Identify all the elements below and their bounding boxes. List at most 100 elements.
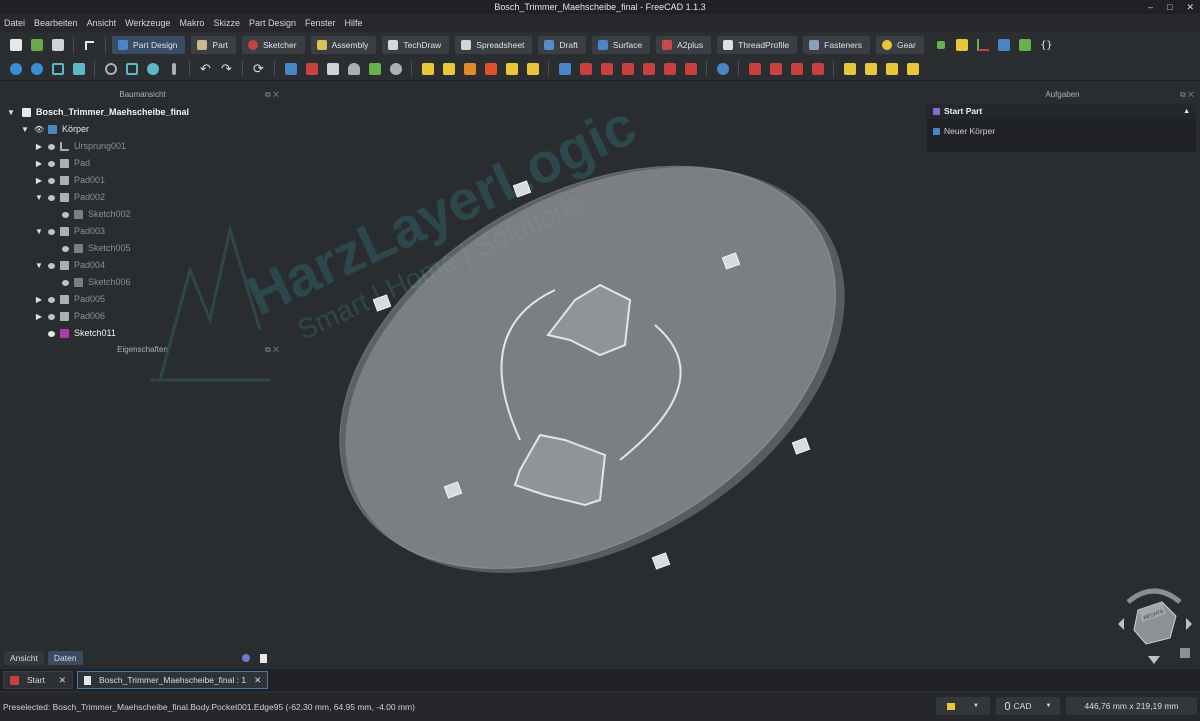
additive-primitive-icon[interactable]: [523, 60, 542, 78]
hole-icon[interactable]: [576, 60, 595, 78]
tree-item-pad001[interactable]: ▶ Pad001: [0, 172, 285, 189]
create-body-icon[interactable]: [281, 60, 300, 78]
isometric-view-icon[interactable]: [48, 60, 67, 78]
bounding-box-icon[interactable]: [122, 60, 141, 78]
eye-hidden-icon[interactable]: [48, 263, 55, 269]
eye-hidden-icon[interactable]: [48, 161, 55, 167]
panel-buttons[interactable]: ⧉ ✕: [1180, 88, 1194, 102]
subtractive-loft-icon[interactable]: [618, 60, 637, 78]
measure-icon[interactable]: [143, 60, 162, 78]
clone-icon[interactable]: [344, 60, 363, 78]
fit-all-icon[interactable]: [6, 60, 25, 78]
task-new-body[interactable]: Neuer Körper: [927, 119, 1196, 143]
filter-icon[interactable]: [241, 654, 250, 662]
save-icon[interactable]: [48, 36, 67, 54]
workbench-assembly[interactable]: Assembly: [310, 36, 377, 54]
arrow-right-icon[interactable]: [1186, 618, 1192, 630]
new-document-icon[interactable]: [6, 36, 25, 54]
pointer-icon[interactable]: [80, 36, 99, 54]
rotate-arc-icon[interactable]: [1126, 588, 1182, 604]
open-document-icon[interactable]: [27, 36, 46, 54]
expand-arrow[interactable]: ▶: [34, 172, 44, 189]
tree-item-sketch006[interactable]: Sketch006: [0, 274, 285, 291]
eye-icon[interactable]: 👁: [34, 121, 44, 134]
expand-arrow[interactable]: ▶: [34, 155, 44, 172]
eye-hidden-icon[interactable]: [48, 297, 55, 303]
chamfer-icon[interactable]: [766, 60, 785, 78]
additive-loft-icon[interactable]: [460, 60, 479, 78]
workbench-threadprofile[interactable]: ThreadProfile: [717, 36, 798, 54]
mirrored-icon[interactable]: [840, 60, 859, 78]
model-render[interactable]: [285, 88, 925, 648]
menu-view[interactable]: Ansicht: [87, 18, 117, 28]
expression-icon[interactable]: {}: [1037, 36, 1056, 54]
tree-item-sketch005[interactable]: Sketch005: [0, 240, 285, 257]
tree-item-pad006[interactable]: ▶ Pad006: [0, 308, 285, 325]
thickness-icon[interactable]: [808, 60, 827, 78]
workbench-sketcher[interactable]: Sketcher: [242, 36, 305, 54]
menu-macro[interactable]: Makro: [179, 18, 204, 28]
revolution-icon[interactable]: [439, 60, 458, 78]
expand-arrow[interactable]: ▶: [34, 291, 44, 308]
workbench-techdraw[interactable]: TechDraw: [382, 36, 450, 54]
eye-icon[interactable]: [48, 331, 55, 337]
tree-item-body[interactable]: ▼ 👁 Körper: [0, 121, 285, 138]
collapse-arrow[interactable]: ▼: [34, 257, 44, 274]
3d-viewport[interactable]: [285, 88, 925, 648]
doc-tab-model[interactable]: Bosch_Trimmer_Maehscheibe_final : 1 ✕: [77, 671, 269, 689]
unit-selector[interactable]: ▼: [936, 697, 990, 715]
expand-arrow[interactable]: ▶: [34, 138, 44, 155]
arrow-left-icon[interactable]: [1118, 618, 1124, 630]
tree-root-document[interactable]: ▼ Bosch_Trimmer_Maehscheibe_final: [0, 104, 285, 121]
add-workbench-icon[interactable]: [932, 36, 951, 54]
collapse-arrow[interactable]: ▼: [34, 189, 44, 206]
workbench-surface[interactable]: Surface: [591, 36, 651, 54]
workbench-part[interactable]: Part: [191, 36, 237, 54]
polar-pattern-icon[interactable]: [882, 60, 901, 78]
collapse-arrow[interactable]: ▼: [20, 121, 30, 138]
tree-item-pad005[interactable]: ▶ Pad005: [0, 291, 285, 308]
draft-icon[interactable]: [787, 60, 806, 78]
what-is-this-icon[interactable]: [164, 60, 183, 78]
eye-hidden-icon[interactable]: [48, 195, 55, 201]
workbench-draft[interactable]: Draft: [538, 36, 586, 54]
axis-icon[interactable]: [974, 36, 993, 54]
menu-part-design[interactable]: Part Design: [249, 18, 296, 28]
workbench-gear[interactable]: Gear: [875, 36, 924, 54]
tree-item-pad004[interactable]: ▼ Pad004: [0, 257, 285, 274]
workbench-a2plus[interactable]: A2plus: [656, 36, 712, 54]
menu-help[interactable]: Hilfe: [345, 18, 363, 28]
workbench-fasteners[interactable]: Fasteners: [803, 36, 870, 54]
groove-icon[interactable]: [597, 60, 616, 78]
tab-view[interactable]: Ansicht: [4, 651, 44, 665]
link-icon[interactable]: [1016, 36, 1035, 54]
front-view-icon[interactable]: [69, 60, 88, 78]
tree-item-ursprung001[interactable]: ▶ Ursprung001: [0, 138, 285, 155]
document-icon[interactable]: [259, 653, 267, 663]
workbench-part-design[interactable]: Part Design: [112, 36, 186, 54]
folder-icon[interactable]: [995, 36, 1014, 54]
workbench-spreadsheet[interactable]: Spreadsheet: [455, 36, 533, 54]
eye-hidden-icon[interactable]: [48, 314, 55, 320]
menu-window[interactable]: Fenster: [305, 18, 336, 28]
part-icon[interactable]: [953, 36, 972, 54]
boolean-icon[interactable]: [713, 60, 732, 78]
close-window-button[interactable]: ✕: [1186, 0, 1194, 14]
additive-helix-icon[interactable]: [502, 60, 521, 78]
create-sketch-icon[interactable]: [302, 60, 321, 78]
pocket-icon[interactable]: [555, 60, 574, 78]
menu-file[interactable]: Datei: [4, 18, 25, 28]
minimize-button[interactable]: –: [1148, 0, 1153, 14]
pad-icon[interactable]: [418, 60, 437, 78]
tree-item-pad003[interactable]: ▼ Pad003: [0, 223, 285, 240]
refresh-icon[interactable]: ⟳: [249, 60, 268, 78]
collapse-arrow[interactable]: ▼: [34, 223, 44, 240]
fillet-icon[interactable]: [745, 60, 764, 78]
redo-icon[interactable]: ↷: [217, 60, 236, 78]
expand-arrow[interactable]: ▶: [34, 308, 44, 325]
subtractive-helix-icon[interactable]: [660, 60, 679, 78]
collapse-arrow[interactable]: ▼: [6, 104, 16, 121]
arrow-down-icon[interactable]: [1148, 656, 1160, 664]
tab-data[interactable]: Daten: [47, 651, 83, 665]
menu-sketch[interactable]: Skizze: [213, 18, 240, 28]
